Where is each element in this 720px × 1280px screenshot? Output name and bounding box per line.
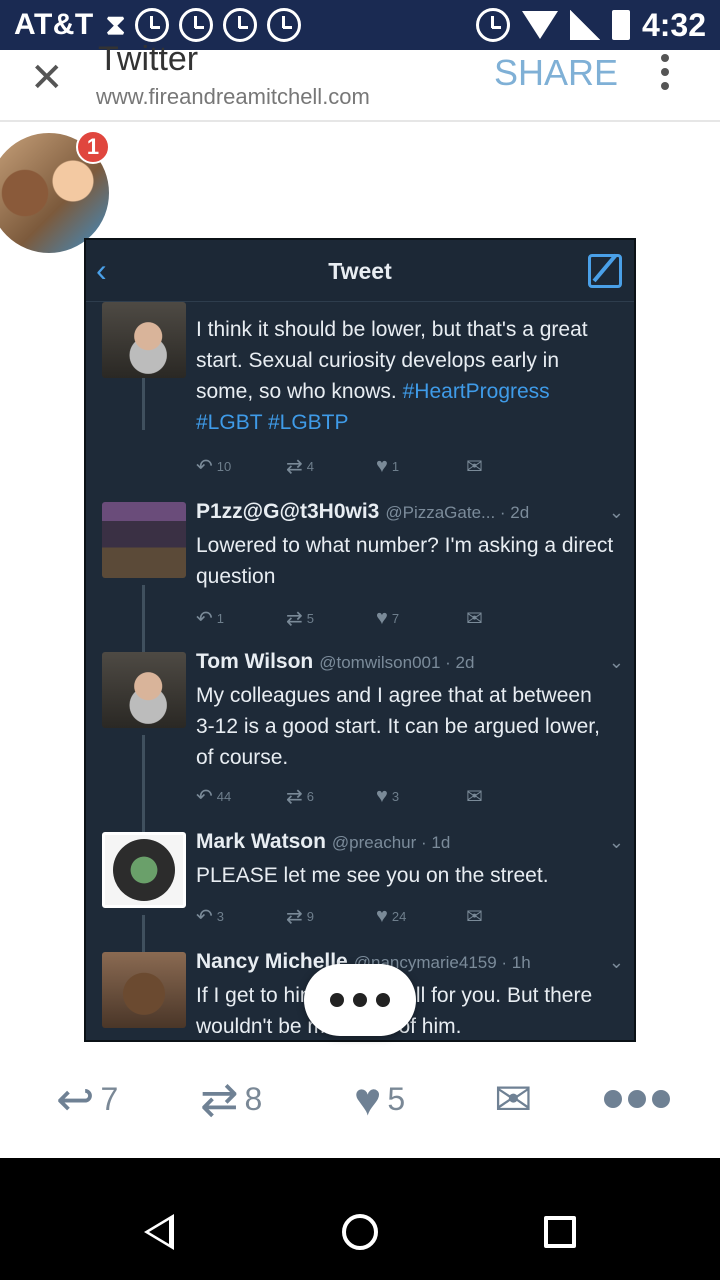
envelope-icon: ✉ bbox=[466, 608, 483, 630]
tweet-actions: ↶ 1 ⇄ 5 ♥ 7 ✉ bbox=[196, 606, 556, 631]
tweet-header: Tom Wilson @tomwilson001 · 2d bbox=[196, 650, 474, 674]
envelope-icon: ✉ bbox=[466, 786, 483, 808]
chevron-down-icon: ⌄ bbox=[608, 952, 624, 972]
system-icons: 4:32 bbox=[475, 6, 706, 44]
chevron-down-icon: ⌄ bbox=[608, 652, 624, 672]
envelope-icon: ✉ bbox=[494, 1073, 533, 1125]
reply-icon: ↩ bbox=[56, 1073, 95, 1125]
reply-icon: ↶ 3 bbox=[196, 906, 224, 928]
heart-icon: ♥ 1 bbox=[376, 455, 400, 477]
message-button[interactable]: ✉ bbox=[494, 1072, 539, 1126]
tweet-screen-header: ‹ Tweet bbox=[86, 240, 634, 302]
avatar bbox=[102, 952, 186, 1028]
chevron-down-icon: ⌄ bbox=[608, 502, 624, 522]
tweet-body: My colleagues and I agree that at betwee… bbox=[196, 684, 600, 769]
alarm-icon bbox=[267, 8, 302, 42]
avatar bbox=[102, 302, 186, 378]
heart-icon: ♥ 7 bbox=[376, 607, 400, 629]
tweet-actions: ↶ 3 ⇄ 9 ♥ 24 ✉ bbox=[196, 904, 556, 929]
share-button[interactable]: SHARE bbox=[494, 52, 618, 94]
tweet-screen-title: Tweet bbox=[328, 258, 392, 284]
page-url: www.fireandreamitchell.com bbox=[96, 84, 370, 109]
tweet-header: Mark Watson @preachur · 1d bbox=[196, 830, 450, 854]
wifi-icon bbox=[521, 11, 558, 39]
author-name: Mark Watson bbox=[196, 830, 326, 853]
avatar bbox=[102, 652, 186, 728]
alarm-icon bbox=[223, 8, 258, 42]
retweet-count: 9 bbox=[306, 909, 314, 924]
avatar bbox=[102, 502, 186, 578]
retweet-icon: ⇄ 6 bbox=[286, 786, 314, 808]
author-handle: @preachur · 1d bbox=[331, 833, 451, 852]
navigation-bar bbox=[0, 1158, 720, 1280]
retweet-count: 6 bbox=[306, 789, 314, 804]
author-handle: @PizzaGate... · 2d bbox=[385, 503, 530, 522]
thread-line bbox=[142, 735, 145, 835]
back-icon[interactable] bbox=[144, 1214, 174, 1250]
browser-toolbar: ✕ Twitter www.fireandreamitchell.com SHA… bbox=[0, 42, 720, 122]
reply-icon: ↶ 44 bbox=[196, 786, 232, 808]
hourglass-icon: ⧗ bbox=[105, 8, 126, 40]
alarm-icon bbox=[135, 8, 170, 42]
thread-line bbox=[142, 915, 145, 955]
home-icon[interactable] bbox=[342, 1214, 378, 1250]
tweet-actions: ↶ 44 ⇄ 6 ♥ 3 ✉ bbox=[196, 784, 556, 809]
reply-button[interactable]: ↩ 7 bbox=[56, 1072, 118, 1126]
retweet-button[interactable]: ⇄ 8 bbox=[200, 1072, 262, 1126]
close-icon[interactable]: ✕ bbox=[30, 58, 64, 98]
reply-icon: ↶ 1 bbox=[196, 608, 224, 630]
alarm-icon bbox=[475, 8, 510, 42]
recent-apps-icon[interactable] bbox=[544, 1216, 576, 1248]
author-name: Tom Wilson bbox=[196, 650, 314, 673]
post-action-bar: ↩ 7 ⇄ 8 ♥ 5 ✉ bbox=[0, 1072, 720, 1132]
overflow-menu-icon[interactable] bbox=[660, 54, 670, 90]
heart-icon: ♥ bbox=[354, 1073, 382, 1125]
compose-icon bbox=[588, 254, 622, 288]
retweet-icon: ⇄ bbox=[200, 1073, 239, 1125]
reply-count: 44 bbox=[216, 789, 232, 804]
retweet-count: 4 bbox=[306, 459, 314, 474]
page-title: Twitter bbox=[98, 40, 199, 78]
author-handle: @tomwilson001 · 2d bbox=[319, 653, 475, 672]
retweet-count: 5 bbox=[306, 611, 314, 626]
reply-count: 3 bbox=[216, 909, 224, 924]
chevron-down-icon: ⌄ bbox=[608, 832, 624, 852]
signal-icon bbox=[569, 10, 600, 40]
carrier-label: AT&T bbox=[14, 8, 94, 41]
more-icon[interactable] bbox=[604, 1090, 670, 1108]
thread-line bbox=[142, 585, 145, 655]
envelope-icon: ✉ bbox=[466, 456, 483, 478]
reply-icon: ↶ 10 bbox=[196, 456, 232, 478]
heart-icon: ♥ 3 bbox=[376, 785, 400, 807]
clock: 4:32 bbox=[641, 6, 706, 43]
reply-count: 10 bbox=[216, 459, 232, 474]
retweet-icon: ⇄ 9 bbox=[286, 906, 314, 928]
reply-count: 1 bbox=[216, 611, 224, 626]
like-count: 7 bbox=[391, 611, 400, 626]
like-count: 1 bbox=[391, 459, 400, 474]
notification-badge: 1 bbox=[76, 130, 110, 164]
retweet-icon: ⇄ 4 bbox=[286, 456, 314, 478]
reply-count: 7 bbox=[100, 1080, 119, 1117]
tweet-actions: ↶ 10 ⇄ 4 ♥ 1 ✉ bbox=[196, 454, 556, 479]
notification-icons: ⧗ bbox=[106, 8, 302, 42]
like-count: 3 bbox=[391, 789, 400, 804]
battery-icon bbox=[611, 10, 630, 40]
author-name: P1zz@G@t3H0wi3 bbox=[196, 500, 380, 523]
more-options-button[interactable] bbox=[304, 964, 416, 1036]
alarm-icon bbox=[179, 8, 214, 42]
envelope-icon: ✉ bbox=[466, 906, 483, 928]
like-button[interactable]: ♥ 5 bbox=[354, 1072, 405, 1126]
heart-icon: ♥ 24 bbox=[376, 905, 407, 927]
tweet-text: I think it should be lower, but that's a… bbox=[196, 314, 616, 438]
tweet-body: PLEASE let me see you on the street. bbox=[196, 864, 549, 887]
tweet-header: P1zz@G@t3H0wi3 @PizzaGate... · 2d bbox=[196, 500, 529, 524]
tweet-body: Lowered to what number? I'm asking a dir… bbox=[196, 534, 614, 588]
avatar bbox=[102, 832, 186, 908]
like-count: 5 bbox=[387, 1080, 406, 1117]
tweet-screenshot: ‹ Tweet I think it should be lower, but … bbox=[84, 238, 636, 1042]
retweet-count: 8 bbox=[244, 1080, 263, 1117]
like-count: 24 bbox=[391, 909, 407, 924]
retweet-icon: ⇄ 5 bbox=[286, 608, 314, 630]
